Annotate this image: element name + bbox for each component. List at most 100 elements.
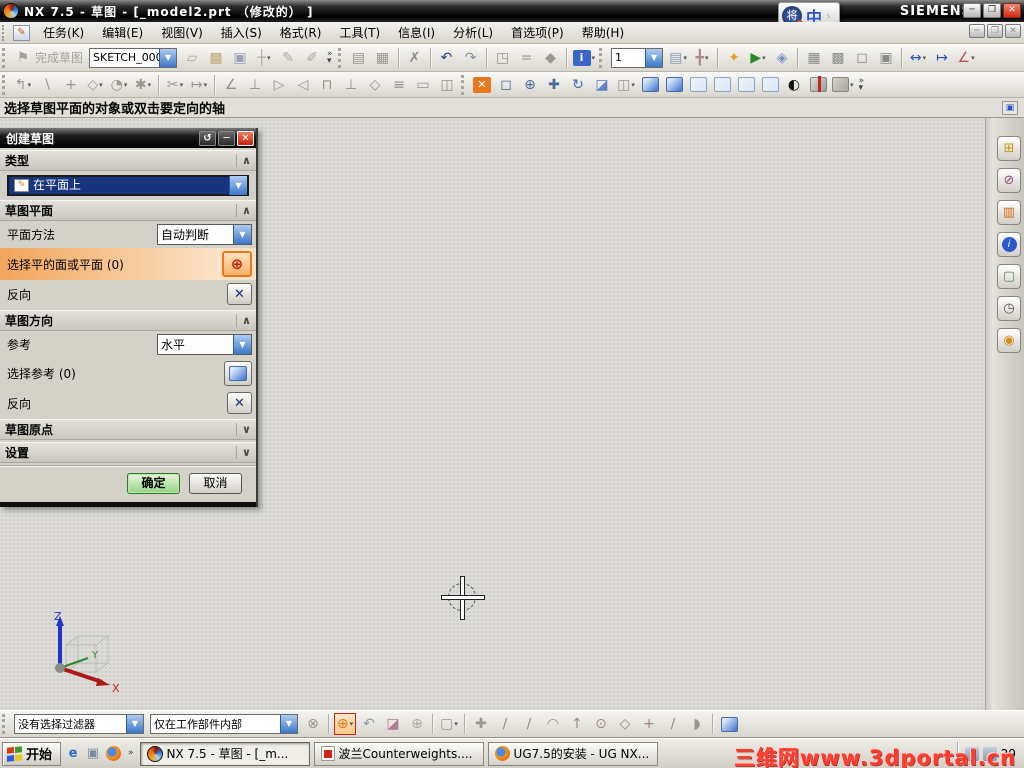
history-palette-icon[interactable]: ▢ bbox=[997, 264, 1021, 289]
constraint-rect-icon[interactable]: ▭ bbox=[412, 74, 434, 96]
collapse-arrow-icon[interactable]: ∧ bbox=[236, 154, 256, 167]
constraint-perpendicular-icon[interactable]: ⊥ bbox=[244, 74, 266, 96]
extend-icon[interactable]: ↦ ▾ bbox=[188, 74, 210, 96]
wireframe-dim-icon[interactable] bbox=[687, 74, 709, 96]
view-group-overflow[interactable]: » ▾ bbox=[859, 76, 865, 92]
sketch-constrain-icon[interactable]: ✐ bbox=[301, 47, 323, 69]
toolbar-grip[interactable] bbox=[337, 47, 344, 68]
constraint-channel-icon[interactable]: ⊓ bbox=[316, 74, 338, 96]
chain-select-icon[interactable]: ⊗ bbox=[302, 713, 324, 735]
pattern-icon[interactable]: ✱ ▾ bbox=[132, 74, 154, 96]
print-icon[interactable]: ▦ bbox=[372, 47, 394, 69]
snap-curve-icon[interactable]: ∕ bbox=[662, 713, 684, 735]
move-handles-icon[interactable]: ✚ bbox=[470, 713, 492, 735]
sketch-orientation-section-header[interactable]: 草图方向 ∧ bbox=[0, 310, 256, 331]
selection-filter-combo[interactable]: 没有选择过滤器 ▼ bbox=[14, 714, 144, 734]
settings-section-header[interactable]: 设置 ∨ bbox=[0, 442, 256, 463]
desktop-quick-launch-icon[interactable]: ▣ bbox=[84, 745, 102, 763]
zoom-icon[interactable]: ⊕ bbox=[519, 74, 541, 96]
select-face-row[interactable]: 选择平的面或平面 (0) ⊕ bbox=[0, 248, 256, 280]
view-box-icon[interactable]: ◻ bbox=[851, 47, 873, 69]
constraint-split-icon[interactable]: ◫ bbox=[436, 74, 458, 96]
toolbar-grip[interactable] bbox=[599, 47, 605, 68]
reattach-sketch-icon[interactable]: ▱ bbox=[181, 47, 203, 69]
studio-icon[interactable] bbox=[759, 74, 781, 96]
rotate-icon[interactable]: ↻ bbox=[567, 74, 589, 96]
restore-button[interactable]: ❐ bbox=[983, 3, 1001, 18]
history-clock-icon[interactable]: ◷ bbox=[997, 296, 1021, 321]
copy-face-icon[interactable]: ◳ bbox=[492, 47, 514, 69]
info-icon[interactable]: i ▾ bbox=[572, 47, 597, 69]
ie-quick-launch-icon[interactable]: e bbox=[64, 745, 82, 763]
zoom-box-icon[interactable]: ◻ bbox=[495, 74, 517, 96]
datum-box-icon[interactable]: ▣ bbox=[229, 47, 251, 69]
reference-combo[interactable]: 水平 ▼ bbox=[157, 334, 252, 355]
line-icon[interactable]: ∖ bbox=[36, 74, 58, 96]
menu-task[interactable]: 任务(K) bbox=[34, 22, 93, 43]
wireframe-hidden-icon[interactable] bbox=[711, 74, 733, 96]
start-button[interactable]: 开始 bbox=[2, 741, 62, 766]
dialog-reset-button[interactable]: ↺ bbox=[199, 130, 216, 146]
measure-distance-icon[interactable]: ↔ ▾ bbox=[907, 47, 929, 69]
task-nx[interactable]: NX 7.5 - 草图 - [_m... bbox=[139, 741, 310, 766]
dialog-close-button[interactable]: ✕ bbox=[237, 130, 254, 146]
spline-blob-icon[interactable]: ◔ ▾ bbox=[108, 74, 130, 96]
undo-icon[interactable]: ↶ bbox=[436, 47, 458, 69]
constraint-navigator-icon[interactable]: ⊘ bbox=[997, 168, 1021, 193]
quick-launch-overflow[interactable]: » bbox=[128, 749, 134, 758]
toolbar-grip[interactable] bbox=[2, 714, 8, 734]
polygon-icon[interactable]: ◇ ▾ bbox=[84, 74, 106, 96]
positioning-icon[interactable]: ┼ ▾ bbox=[253, 47, 275, 69]
snap-midpoint-icon[interactable]: ∕ bbox=[518, 713, 540, 735]
undo-selection-icon[interactable]: ↶ bbox=[358, 713, 380, 735]
snap-quadrant-icon[interactable]: ◇ bbox=[614, 713, 636, 735]
snap-endpoint-icon[interactable]: ∕ bbox=[494, 713, 516, 735]
section-box-icon[interactable]: ▣ bbox=[875, 47, 897, 69]
wireframe-all-icon[interactable] bbox=[735, 74, 757, 96]
menu-edit[interactable]: 编辑(E) bbox=[93, 22, 152, 43]
toolbar-grip[interactable] bbox=[2, 74, 8, 95]
finish-sketch-icon[interactable]: ⚑ bbox=[12, 47, 34, 69]
profile-icon[interactable]: ↰ ▾ bbox=[12, 74, 34, 96]
constraint-angle-icon[interactable]: ∠ bbox=[220, 74, 242, 96]
role-key-icon[interactable]: ✦ bbox=[723, 47, 745, 69]
bend-corner-icon[interactable]: ◆ bbox=[540, 47, 562, 69]
menu-preferences[interactable]: 首选项(P) bbox=[502, 22, 573, 43]
eraser-icon[interactable]: ◪ bbox=[382, 713, 404, 735]
menu-view[interactable]: 视图(V) bbox=[152, 22, 212, 43]
constraint-left-icon[interactable]: ◁ bbox=[292, 74, 314, 96]
menu-format[interactable]: 格式(R) bbox=[271, 22, 331, 43]
child-restore-button[interactable]: ❐ bbox=[987, 24, 1003, 38]
finish-sketch-label[interactable]: 完成草图 bbox=[35, 49, 83, 66]
snapshot-icon[interactable]: ◫ ▾ bbox=[615, 74, 637, 96]
collapse-arrow-icon[interactable]: ∧ bbox=[236, 314, 256, 327]
sketch-origin-section-header[interactable]: 草图原点 ∨ bbox=[0, 419, 256, 440]
expand-arrow-icon[interactable]: ∨ bbox=[236, 423, 256, 436]
wcs-display-icon[interactable]: ╋ ▾ bbox=[691, 47, 713, 69]
work-layer-combo[interactable]: 1 ▼ bbox=[611, 47, 664, 68]
menu-tools[interactable]: 工具(T) bbox=[330, 22, 389, 43]
scope-combo[interactable]: 仅在工作部件内部 ▼ bbox=[150, 714, 298, 734]
shaded-with-edges-icon[interactable] bbox=[639, 74, 661, 96]
sketch-curve-icon[interactable]: ✎ bbox=[277, 47, 299, 69]
reverse-direction-button[interactable]: ✕ bbox=[227, 283, 252, 305]
sketch-plane-section-header[interactable]: 草图平面 ∧ bbox=[0, 200, 256, 221]
dialog-minimize-button[interactable]: ─ bbox=[218, 130, 235, 146]
task-pdf[interactable]: 波兰Counterweights.... bbox=[313, 741, 484, 766]
gray-style-icon[interactable]: ▾ bbox=[831, 74, 855, 96]
restore-cue-icon[interactable]: ▣ bbox=[1002, 100, 1018, 115]
graphics-area[interactable]: Z X Y 创建草图 ↺ ─ ✕ 类型 ∧ ✎ 在平面上 ▼ 草图平面 ∧ 平面… bbox=[0, 118, 1024, 710]
layer-settings-icon[interactable]: ▤ ▾ bbox=[667, 47, 689, 69]
measure-angle-icon[interactable]: ∠ ▾ bbox=[955, 47, 977, 69]
dropdown-arrow-icon[interactable]: ▼ bbox=[159, 48, 177, 67]
dropdown-arrow-icon[interactable]: ▼ bbox=[233, 225, 251, 244]
close-button[interactable]: ✕ bbox=[1003, 3, 1021, 18]
toolbar-grip[interactable] bbox=[2, 47, 8, 68]
snap-point-toggle-icon[interactable]: ⊕ ▾ bbox=[334, 713, 356, 735]
named-plane-icon[interactable]: ▩ bbox=[205, 47, 227, 69]
menu-insert[interactable]: 插入(S) bbox=[212, 22, 271, 43]
dropdown-arrow-icon[interactable]: ▼ bbox=[229, 176, 247, 195]
navigate-diamond-icon[interactable]: ◈ bbox=[771, 47, 793, 69]
pan-icon[interactable]: ✚ bbox=[543, 74, 565, 96]
trim-icon[interactable]: ✂ ▾ bbox=[164, 74, 186, 96]
